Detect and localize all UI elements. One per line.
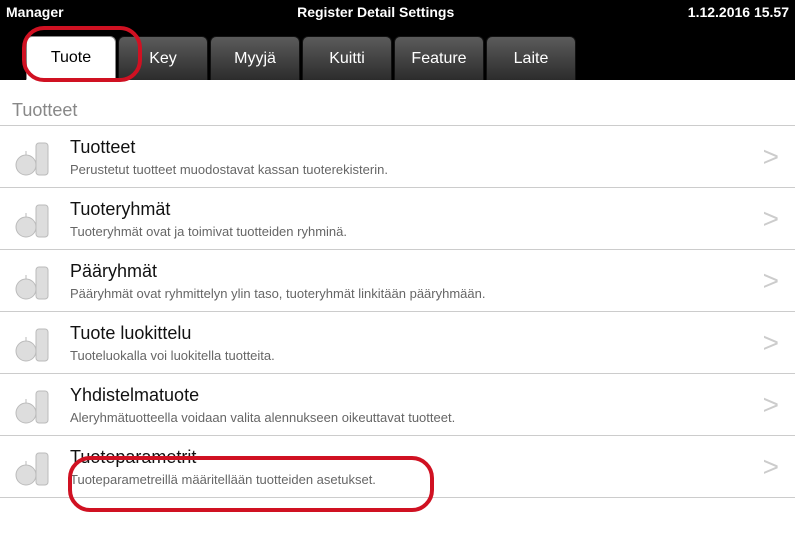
item-subtitle: Perustetut tuotteet muodostavat kassan t… [70, 162, 757, 177]
page-title: Register Detail Settings [64, 4, 688, 20]
product-icon [10, 133, 58, 181]
item-text: Tuoteryhmät Tuoteryhmät ovat ja toimivat… [70, 199, 757, 239]
tab-label: Feature [411, 50, 466, 68]
status-bar: Manager Register Detail Settings 1.12.20… [0, 0, 795, 24]
product-icon [10, 319, 58, 367]
chevron-right-icon: > [757, 327, 785, 359]
item-title: Tuoteryhmät [70, 199, 757, 220]
item-title: Tuotteet [70, 137, 757, 158]
tab-bar: Tuote Key Myyjä Kuitti Feature Laite [0, 24, 795, 80]
item-text: Yhdistelmatuote Aleryhmätuotteella voida… [70, 385, 757, 425]
list-item-paaryhmat[interactable]: Pääryhmät Pääryhmät ovat ryhmittelyn yli… [0, 250, 795, 312]
chevron-right-icon: > [757, 141, 785, 173]
item-subtitle: Tuoteparametreillä määritellään tuotteid… [70, 472, 757, 487]
tab-laite[interactable]: Laite [486, 36, 576, 80]
item-title: Yhdistelmatuote [70, 385, 757, 406]
settings-list: Tuotteet Perustetut tuotteet muodostavat… [0, 126, 795, 498]
chevron-right-icon: > [757, 203, 785, 235]
list-item-yhdistelmatuote[interactable]: Yhdistelmatuote Aleryhmätuotteella voida… [0, 374, 795, 436]
manager-label: Manager [6, 4, 64, 20]
list-item-tuotteet[interactable]: Tuotteet Perustetut tuotteet muodostavat… [0, 126, 795, 188]
tab-label: Kuitti [329, 50, 365, 68]
chevron-right-icon: > [757, 389, 785, 421]
item-subtitle: Tuoteryhmät ovat ja toimivat tuotteiden … [70, 224, 757, 239]
tab-label: Laite [514, 50, 549, 68]
item-subtitle: Pääryhmät ovat ryhmittelyn ylin taso, tu… [70, 286, 757, 301]
item-text: Tuoteparametrit Tuoteparametreillä määri… [70, 447, 757, 487]
list-item-tuote-luokittelu[interactable]: Tuote luokittelu Tuoteluokalla voi luoki… [0, 312, 795, 374]
tab-label: Myyjä [234, 50, 276, 68]
chevron-right-icon: > [757, 265, 785, 297]
tab-myyja[interactable]: Myyjä [210, 36, 300, 80]
item-text: Pääryhmät Pääryhmät ovat ryhmittelyn yli… [70, 261, 757, 301]
list-item-tuoteparametrit[interactable]: Tuoteparametrit Tuoteparametreillä määri… [0, 436, 795, 498]
tab-kuitti[interactable]: Kuitti [302, 36, 392, 80]
item-title: Tuote luokittelu [70, 323, 757, 344]
item-title: Tuoteparametrit [70, 447, 757, 468]
product-icon [10, 195, 58, 243]
datetime: 1.12.2016 15.57 [688, 4, 789, 20]
tab-label: Tuote [51, 49, 91, 67]
tab-label: Key [149, 50, 177, 68]
item-text: Tuotteet Perustetut tuotteet muodostavat… [70, 137, 757, 177]
item-title: Pääryhmät [70, 261, 757, 282]
item-text: Tuote luokittelu Tuoteluokalla voi luoki… [70, 323, 757, 363]
item-subtitle: Aleryhmätuotteella voidaan valita alennu… [70, 410, 757, 425]
product-icon [10, 443, 58, 491]
tab-key[interactable]: Key [118, 36, 208, 80]
section-header: Tuotteet [0, 80, 795, 126]
list-item-tuoteryhmat[interactable]: Tuoteryhmät Tuoteryhmät ovat ja toimivat… [0, 188, 795, 250]
product-icon [10, 257, 58, 305]
tab-tuote[interactable]: Tuote [26, 36, 116, 80]
product-icon [10, 381, 58, 429]
item-subtitle: Tuoteluokalla voi luokitella tuotteita. [70, 348, 757, 363]
chevron-right-icon: > [757, 451, 785, 483]
tab-feature[interactable]: Feature [394, 36, 484, 80]
